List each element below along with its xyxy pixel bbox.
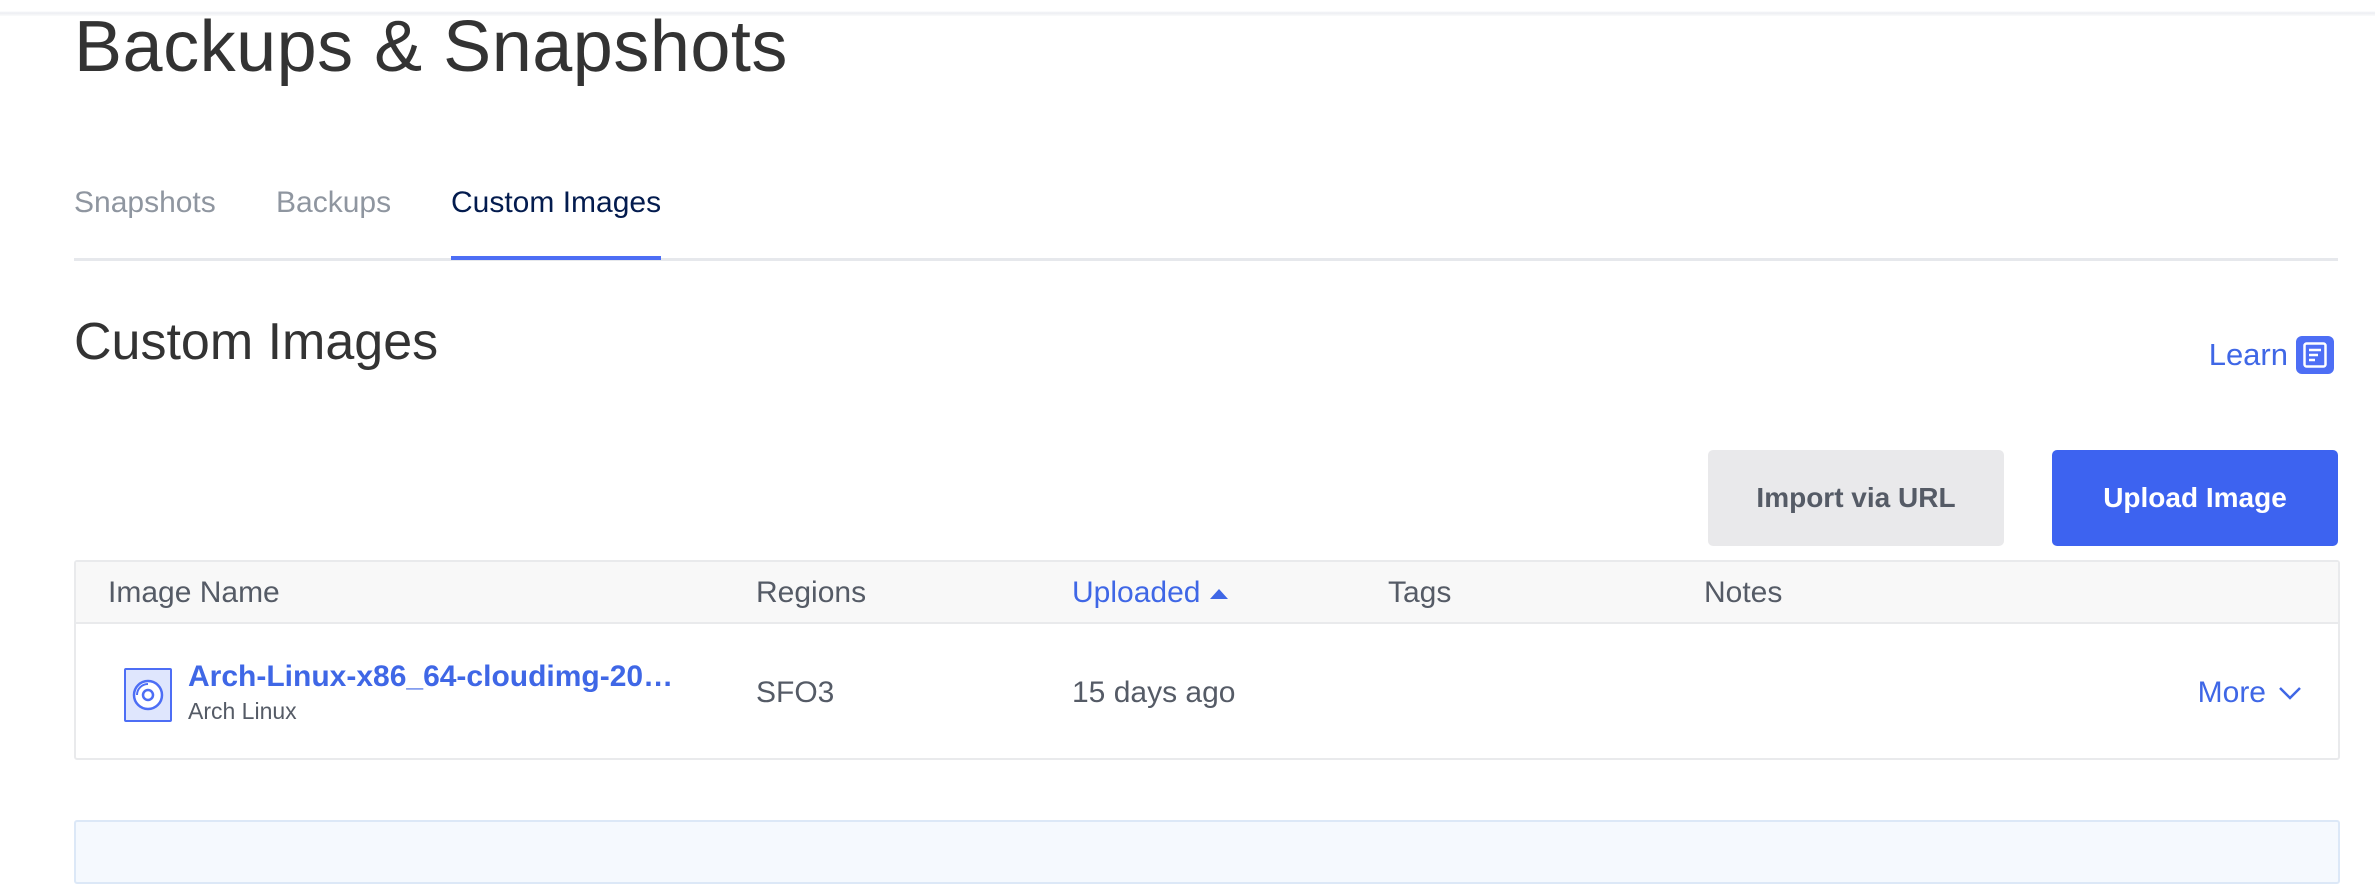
tab-snapshots[interactable]: Snapshots (74, 186, 216, 258)
table-row: Arch-Linux-x86_64-cloudimg-20… Arch Linu… (76, 624, 2338, 758)
image-uploaded: 15 days ago (1072, 676, 1236, 709)
import-via-url-button[interactable]: Import via URL (1708, 450, 2004, 546)
custom-images-table: Image Name Regions Uploaded Tags Notes A… (74, 560, 2340, 760)
chevron-down-icon (2279, 687, 2301, 700)
column-header-regions[interactable]: Regions (756, 576, 866, 610)
more-menu-button[interactable]: More (2198, 676, 2302, 710)
table-header: Image Name Regions Uploaded Tags Notes (76, 562, 2338, 624)
more-label: More (2197, 676, 2266, 709)
upload-image-button[interactable]: Upload Image (2052, 450, 2338, 546)
image-distribution: Arch Linux (188, 698, 297, 724)
sort-ascending-icon (1210, 589, 1229, 599)
image-regions: SFO3 (756, 676, 835, 709)
column-header-uploaded[interactable]: Uploaded (1072, 576, 1229, 610)
learn-label: Learn (2208, 337, 2288, 372)
document-icon (2296, 336, 2334, 374)
tab-custom-images[interactable]: Custom Images (451, 186, 662, 260)
tab-backups[interactable]: Backups (276, 186, 391, 258)
learn-link[interactable]: Learn (2209, 336, 2334, 374)
tab-bar: Snapshots Backups Custom Images (74, 186, 2338, 261)
column-header-notes[interactable]: Notes (1704, 576, 1782, 610)
disk-image-icon (124, 668, 172, 722)
page-title: Backups & Snapshots (74, 7, 788, 87)
column-header-uploaded-label: Uploaded (1072, 576, 1201, 609)
column-header-image-name[interactable]: Image Name (108, 576, 280, 610)
image-name-cell: Arch-Linux-x86_64-cloudimg-20… Arch Linu… (188, 660, 708, 725)
section-title: Custom Images (74, 313, 439, 371)
image-name-link[interactable]: Arch-Linux-x86_64-cloudimg-20… (188, 660, 708, 694)
info-banner (74, 820, 2340, 884)
column-header-tags[interactable]: Tags (1388, 576, 1451, 610)
